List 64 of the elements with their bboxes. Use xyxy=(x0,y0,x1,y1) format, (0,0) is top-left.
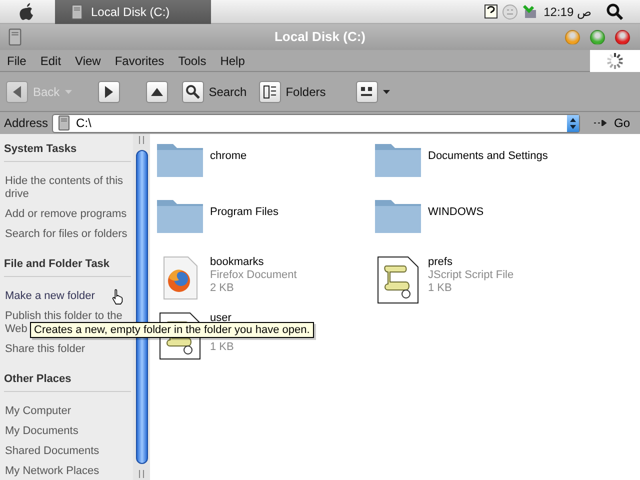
file-size: 1 KB xyxy=(428,282,453,295)
go-button[interactable]: Go xyxy=(584,116,636,130)
hand-cursor-icon xyxy=(112,289,123,305)
file-name[interactable]: bookmarks xyxy=(210,256,297,269)
section-title: Other Places xyxy=(4,373,131,392)
maximize-button[interactable] xyxy=(590,30,605,44)
file-name[interactable]: prefs xyxy=(428,256,514,269)
task-link[interactable]: Hide the contents of this drive xyxy=(4,172,130,205)
up-button[interactable] xyxy=(146,80,168,102)
up-arrow-icon xyxy=(150,88,163,96)
task-link[interactable]: My Documents xyxy=(4,422,130,442)
task-link[interactable]: My Network Places xyxy=(4,462,130,480)
script-file-icon xyxy=(377,256,419,304)
file-name[interactable]: user xyxy=(210,312,234,325)
network-icon[interactable] xyxy=(522,4,538,20)
menu-item[interactable]: View xyxy=(68,54,108,68)
file-type: Firefox Document xyxy=(210,269,297,282)
close-button[interactable] xyxy=(615,30,630,44)
task-link[interactable]: Shared Documents xyxy=(4,442,130,462)
apple-logo-icon[interactable] xyxy=(19,2,35,20)
section-title: System Tasks xyxy=(4,143,131,162)
caret-icon xyxy=(64,90,72,94)
task-link[interactable]: Make a new folder xyxy=(4,287,130,307)
forward-button[interactable] xyxy=(98,80,120,102)
caret-icon xyxy=(382,90,390,94)
file-name[interactable]: Program Files xyxy=(210,206,278,219)
task-link[interactable]: My Computer xyxy=(4,402,130,422)
file-name[interactable]: Documents and Settings xyxy=(428,150,548,163)
firefox-document-icon xyxy=(161,256,199,300)
task-link[interactable]: Add or remove programs xyxy=(4,205,130,225)
file-type: JScript Script File xyxy=(428,269,514,282)
menu-item[interactable]: Edit xyxy=(33,54,68,68)
file-name[interactable]: chrome xyxy=(210,150,247,163)
back-arrow-icon xyxy=(13,86,21,98)
folder-pane-icon xyxy=(262,84,278,100)
taskbar-window-button[interactable]: Local Disk (C:) xyxy=(55,0,211,24)
magnifier-icon xyxy=(184,84,201,100)
section-title: File and Folder Task xyxy=(4,258,131,277)
file-size: 2 KB xyxy=(210,282,235,295)
file-name[interactable]: WINDOWS xyxy=(428,206,484,219)
go-arrow-icon xyxy=(594,120,608,126)
menu-item[interactable]: Favorites xyxy=(108,54,172,68)
views-button[interactable] xyxy=(356,80,390,102)
forward-arrow-icon xyxy=(104,86,113,98)
address-label: Address xyxy=(4,116,48,130)
help-icon[interactable] xyxy=(484,4,498,20)
search-icon[interactable] xyxy=(606,2,624,20)
address-field[interactable]: C:\ xyxy=(52,114,580,132)
drive-icon xyxy=(69,4,85,20)
menu-item[interactable]: Help xyxy=(213,54,252,68)
menu-item[interactable]: Tools xyxy=(171,54,214,68)
drive-icon xyxy=(6,28,24,46)
loading-spinner-icon xyxy=(605,50,625,70)
file-size: 1 KB xyxy=(210,341,234,354)
menu-item[interactable]: File xyxy=(0,54,34,68)
dropdown-arrows-icon[interactable] xyxy=(570,118,576,128)
drive-icon xyxy=(56,115,72,131)
folders-button[interactable]: Folders xyxy=(258,80,326,102)
task-link[interactable]: Search for files or folders xyxy=(4,225,130,245)
search-button[interactable]: Search xyxy=(182,80,247,102)
clock: 12:19 ص xyxy=(544,4,592,18)
task-link[interactable]: Share this folder xyxy=(4,340,130,360)
tooltip: Creates a new, empty folder in the folder you have open. xyxy=(30,322,314,338)
window-title: Local Disk (C:) xyxy=(274,29,366,44)
